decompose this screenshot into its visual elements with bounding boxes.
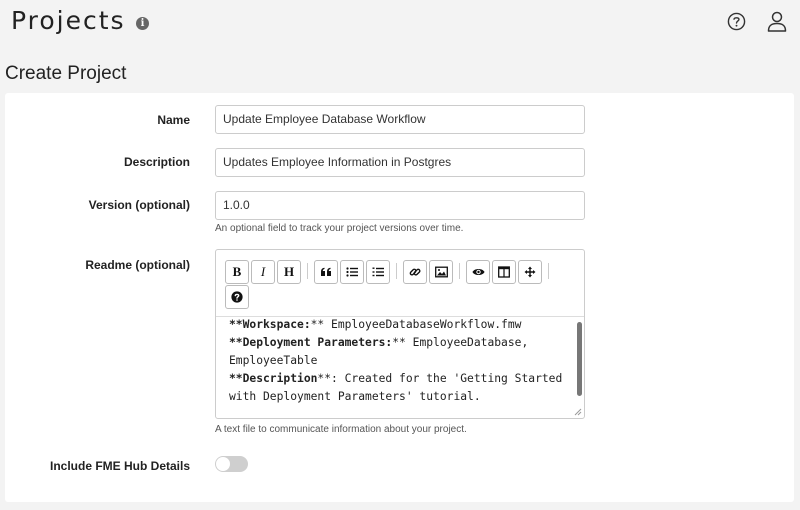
link-button[interactable]	[403, 260, 427, 284]
readme-line: **Deployment Parameters:** EmployeeDatab…	[229, 336, 529, 349]
user-icon[interactable]	[767, 11, 787, 32]
quote-icon	[321, 267, 331, 276]
top-bar: Projects i	[0, 0, 800, 50]
version-help-text: An optional field to track your project …	[215, 223, 464, 234]
resize-handle-icon[interactable]	[574, 408, 582, 416]
app-title: Projects	[11, 6, 126, 35]
description-label: Description	[123, 155, 190, 169]
readme-help-text: A text file to communicate information a…	[215, 424, 467, 435]
numbered-list-icon	[372, 267, 384, 277]
editor-toolbar: B I H	[216, 250, 584, 317]
editor-scrollbar[interactable]	[577, 322, 582, 396]
bullet-list-icon	[346, 267, 358, 277]
readme-line: **Workspace:** EmployeeDatabaseWorkflow.…	[229, 318, 522, 331]
toolbar-separator	[548, 263, 549, 279]
image-button[interactable]	[429, 260, 453, 284]
italic-button[interactable]: I	[251, 260, 275, 284]
name-label: Name	[157, 113, 190, 127]
side-by-side-button[interactable]	[492, 260, 516, 284]
info-icon[interactable]: i	[136, 17, 149, 30]
readme-line: **Description**: Created for the 'Gettin…	[229, 372, 563, 385]
toggle-knob	[216, 457, 230, 471]
numbered-list-button[interactable]	[366, 260, 390, 284]
fullscreen-button[interactable]	[518, 260, 542, 284]
bold-button[interactable]: B	[225, 260, 249, 284]
toolbar-separator	[396, 263, 397, 279]
readme-textarea[interactable]: **Workspace:** EmployeeDatabaseWorkflow.…	[216, 317, 584, 418]
help-circle-icon[interactable]	[727, 12, 746, 31]
eye-icon	[472, 269, 484, 275]
readme-line: with Deployment Parameters' tutorial.	[229, 390, 481, 403]
image-icon	[434, 266, 448, 278]
version-input[interactable]: 1.0.0	[215, 191, 585, 220]
toolbar-separator	[459, 263, 460, 279]
name-input[interactable]: Update Employee Database Workflow	[215, 105, 585, 134]
toolbar-separator	[307, 263, 308, 279]
heading-button[interactable]: H	[277, 260, 301, 284]
markdown-guide-button[interactable]	[225, 285, 249, 309]
bullet-list-button[interactable]	[340, 260, 364, 284]
preview-button[interactable]	[466, 260, 490, 284]
question-icon	[231, 291, 243, 303]
readme-label: Readme (optional)	[85, 258, 190, 272]
hub-details-label: Include FME Hub Details	[49, 459, 190, 473]
columns-icon	[498, 266, 510, 278]
link-icon	[409, 268, 421, 276]
hub-details-toggle[interactable]	[215, 456, 248, 472]
version-label: Version (optional)	[88, 198, 190, 212]
readme-line: EmployeeTable	[229, 354, 318, 367]
arrows-icon	[524, 266, 536, 278]
description-input[interactable]: Updates Employee Information in Postgres	[215, 148, 585, 177]
readme-editor: B I H **Workspace:** EmployeeDatabaseWor…	[215, 249, 585, 419]
page-title: Create Project	[5, 63, 127, 84]
quote-button[interactable]	[314, 260, 338, 284]
